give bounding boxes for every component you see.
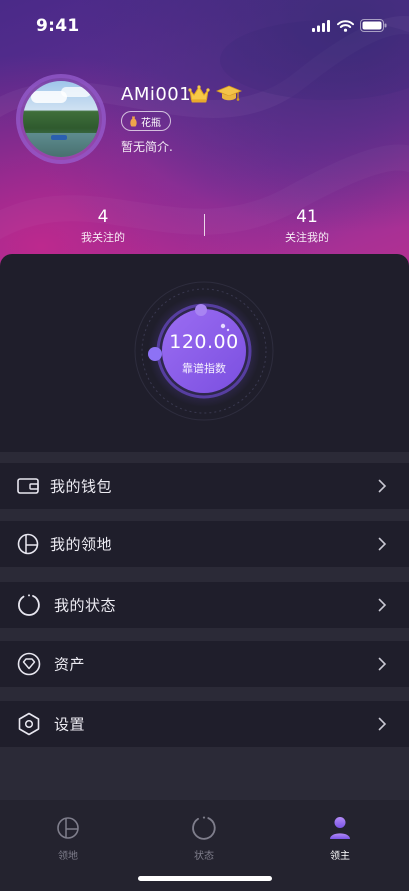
user-tag-label: 花瓶 xyxy=(141,117,161,129)
cellular-signal-icon xyxy=(312,19,330,32)
menu-item-label: 我的状态 xyxy=(54,596,117,615)
status-ring-icon xyxy=(164,815,244,841)
user-intro: 暂无简介. xyxy=(121,140,173,154)
reliability-label: 靠谱指数 xyxy=(182,362,226,375)
home-indicator xyxy=(138,876,272,881)
tab-label: 状态 xyxy=(194,851,214,862)
chevron-right-icon xyxy=(378,657,387,671)
wallet-icon xyxy=(17,477,39,495)
followers-label: 关注我的 xyxy=(285,231,329,244)
chevron-right-icon xyxy=(378,537,387,551)
chevron-right-icon xyxy=(378,598,387,612)
status-icons xyxy=(312,19,387,32)
battery-icon xyxy=(360,19,387,32)
following-count: 4 xyxy=(97,207,109,227)
territory-icon xyxy=(17,533,39,555)
chevron-right-icon xyxy=(378,479,387,493)
following-stat[interactable]: 4 我关注的 xyxy=(33,207,173,245)
menu-item-label: 设置 xyxy=(54,715,86,734)
status-time: 9:41 xyxy=(36,16,80,36)
menu-item-wallet[interactable]: 我的钱包 xyxy=(0,463,409,509)
menu-item-assets[interactable]: 资产 xyxy=(0,641,409,687)
stats-divider xyxy=(204,214,205,236)
user-icon xyxy=(300,815,380,841)
chevron-right-icon xyxy=(378,717,387,731)
status-bar: 9:41 xyxy=(0,0,409,54)
username: AMi001 xyxy=(121,84,192,105)
avatar[interactable] xyxy=(16,74,106,164)
user-tag-pill: 花瓶 xyxy=(121,111,171,131)
menu-item-label: 资产 xyxy=(54,655,86,674)
settings-hexagon-icon xyxy=(17,712,41,736)
vase-icon xyxy=(130,116,137,126)
territory-icon xyxy=(28,815,108,841)
tab-lord[interactable]: 领主 xyxy=(300,815,380,862)
following-label: 我关注的 xyxy=(81,231,125,244)
diamond-icon xyxy=(17,652,41,676)
graduation-cap-icon xyxy=(216,85,242,101)
tab-label: 领地 xyxy=(58,851,78,862)
tab-label: 领主 xyxy=(330,851,350,862)
menu-item-label: 我的领地 xyxy=(50,535,113,554)
reliability-value: 120.00 xyxy=(169,331,239,353)
user-badges xyxy=(188,84,242,104)
tab-status[interactable]: 状态 xyxy=(164,815,244,862)
gauge-sparkle xyxy=(220,323,226,329)
menu-item-territory[interactable]: 我的领地 xyxy=(0,521,409,567)
tab-territory[interactable]: 领地 xyxy=(28,815,108,862)
menu-item-label: 我的钱包 xyxy=(50,477,113,496)
wifi-icon xyxy=(337,19,354,32)
avatar-photo xyxy=(23,81,99,157)
gauge-orbit-dot-top xyxy=(195,304,207,316)
followers-count: 41 xyxy=(296,207,318,227)
menu-item-settings[interactable]: 设置 xyxy=(0,701,409,747)
status-ring-icon xyxy=(17,593,41,617)
menu-item-status[interactable]: 我的状态 xyxy=(0,582,409,628)
crown-icon xyxy=(188,85,210,103)
followers-stat[interactable]: 41 关注我的 xyxy=(237,207,377,245)
